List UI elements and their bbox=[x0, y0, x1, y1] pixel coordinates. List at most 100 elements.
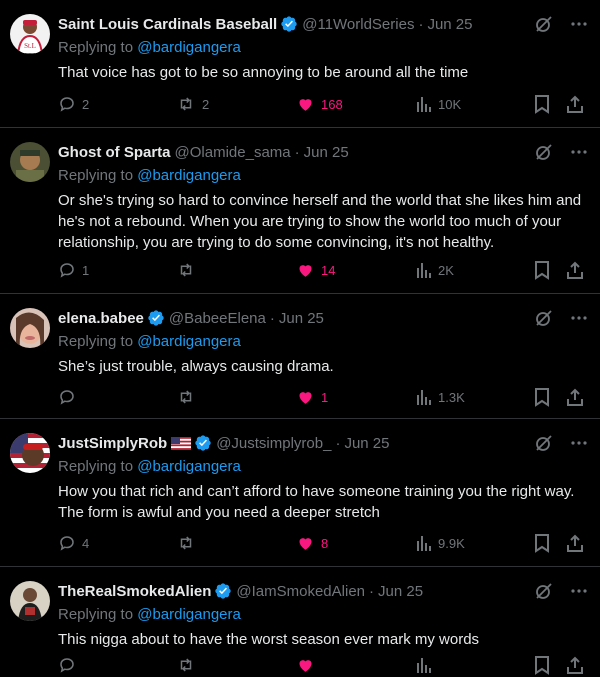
views-button[interactable] bbox=[416, 656, 438, 674]
grok-icon[interactable] bbox=[534, 14, 554, 34]
like-button[interactable] bbox=[296, 656, 321, 674]
avatar[interactable] bbox=[10, 581, 50, 621]
views-count: 9.9K bbox=[438, 535, 465, 551]
tweet[interactable]: St.L Saint Louis Cardinals Baseball @11W… bbox=[0, 0, 600, 128]
share-button[interactable] bbox=[566, 534, 584, 552]
mention-link[interactable]: @bardigangera bbox=[137, 333, 241, 350]
heart-icon bbox=[299, 99, 312, 111]
reply-button[interactable]: 2 bbox=[58, 95, 89, 113]
bookmark-icon bbox=[535, 94, 549, 114]
share-icon bbox=[567, 388, 583, 406]
tweet[interactable]: TheRealSmokedAlien @IamSmokedAlien · Jun… bbox=[0, 567, 600, 677]
reply-count: 1 bbox=[82, 262, 90, 278]
verified-badge-icon bbox=[215, 583, 232, 599]
bookmark-button[interactable] bbox=[534, 260, 550, 280]
share-icon bbox=[567, 261, 583, 279]
handle[interactable]: @11WorldSeries bbox=[302, 16, 414, 33]
replying-to: Replying to @bardigangera bbox=[58, 457, 588, 477]
display-name[interactable]: elena.babee bbox=[58, 310, 144, 327]
share-button[interactable] bbox=[566, 388, 584, 406]
reply-button[interactable] bbox=[58, 656, 82, 674]
retweet-button[interactable] bbox=[176, 534, 202, 552]
views-button[interactable]: 2K bbox=[416, 261, 454, 279]
more-icon[interactable] bbox=[570, 15, 588, 33]
like-button[interactable]: 1 bbox=[296, 388, 328, 406]
more-icon[interactable] bbox=[570, 309, 588, 327]
grok-icon[interactable] bbox=[534, 142, 554, 162]
share-button[interactable] bbox=[566, 261, 584, 279]
reply-button[interactable] bbox=[58, 388, 82, 406]
retweet-button[interactable] bbox=[176, 388, 202, 406]
action-bar: 2 2 168 10K bbox=[58, 94, 588, 114]
heart-icon bbox=[299, 265, 312, 277]
grok-icon[interactable] bbox=[534, 308, 554, 328]
retweet-button[interactable]: 2 bbox=[176, 95, 209, 113]
replying-prefix: Replying to bbox=[58, 333, 134, 350]
bookmark-icon bbox=[535, 260, 549, 280]
bookmark-button[interactable] bbox=[534, 387, 550, 407]
retweet-icon bbox=[180, 536, 192, 550]
display-name[interactable]: TheRealSmokedAlien bbox=[58, 583, 211, 600]
grok-icon[interactable] bbox=[534, 581, 554, 601]
timestamp[interactable]: Jun 25 bbox=[427, 16, 472, 33]
reply-icon bbox=[60, 536, 74, 551]
tweet-text: How you that rich and can’t afford to ha… bbox=[58, 483, 575, 521]
tweet[interactable]: JustSimplyRob @Justsimplyrob_ · Jun 25 R… bbox=[0, 419, 600, 567]
share-button[interactable] bbox=[566, 656, 584, 674]
share-button[interactable] bbox=[566, 95, 584, 113]
avatar[interactable]: St.L bbox=[10, 14, 50, 54]
like-count: 168 bbox=[321, 96, 343, 112]
handle[interactable]: @BabeeElena bbox=[169, 310, 266, 327]
display-name[interactable]: Ghost of Sparta bbox=[58, 144, 171, 161]
bookmark-button[interactable] bbox=[534, 533, 550, 553]
more-icon[interactable] bbox=[570, 434, 588, 452]
tweet-text: This nigga about to have the worst seaso… bbox=[58, 631, 480, 648]
bookmark-icon bbox=[535, 655, 549, 675]
svg-text:St.L: St.L bbox=[24, 42, 36, 50]
mention-link[interactable]: @bardigangera bbox=[137, 167, 241, 184]
views-button[interactable]: 9.9K bbox=[416, 534, 465, 552]
avatar[interactable] bbox=[10, 142, 50, 182]
mention-link[interactable]: @bardigangera bbox=[137, 606, 241, 623]
avatar[interactable] bbox=[10, 308, 50, 348]
display-name[interactable]: JustSimplyRob bbox=[58, 435, 167, 452]
replying-prefix: Replying to bbox=[58, 167, 134, 184]
bookmark-button[interactable] bbox=[534, 94, 550, 114]
timestamp[interactable]: Jun 25 bbox=[279, 310, 324, 327]
tweet-text: She’s just trouble, always causing drama… bbox=[58, 358, 334, 375]
retweet-button[interactable] bbox=[176, 261, 202, 279]
reply-button[interactable]: 4 bbox=[58, 534, 89, 552]
views-button[interactable]: 1.3K bbox=[416, 388, 465, 406]
mention-link[interactable]: @bardigangera bbox=[137, 458, 241, 475]
action-bar: 1 14 2K bbox=[58, 260, 588, 280]
views-count: 10K bbox=[438, 96, 462, 112]
like-button[interactable]: 168 bbox=[296, 95, 343, 113]
handle[interactable]: @Olamide_sama bbox=[175, 144, 291, 161]
more-icon[interactable] bbox=[570, 143, 588, 161]
like-count: 8 bbox=[321, 535, 329, 551]
reply-button[interactable]: 1 bbox=[58, 261, 89, 279]
tweet[interactable]: elena.babee @BabeeElena · Jun 25 Replyin… bbox=[0, 294, 600, 419]
bookmark-icon bbox=[535, 387, 549, 407]
more-icon[interactable] bbox=[570, 582, 588, 600]
grok-icon[interactable] bbox=[534, 433, 554, 453]
mention-link[interactable]: @bardigangera bbox=[137, 39, 241, 56]
avatar[interactable] bbox=[10, 433, 50, 473]
views-button[interactable]: 10K bbox=[416, 95, 461, 113]
like-button[interactable]: 8 bbox=[296, 534, 328, 552]
replying-to: Replying to @bardigangera bbox=[58, 332, 588, 352]
timestamp[interactable]: Jun 25 bbox=[304, 144, 349, 161]
like-button[interactable]: 14 bbox=[296, 261, 335, 279]
handle[interactable]: @Justsimplyrob_ bbox=[216, 435, 331, 452]
timestamp[interactable]: Jun 25 bbox=[378, 583, 423, 600]
display-name[interactable]: Saint Louis Cardinals Baseball bbox=[58, 16, 277, 33]
views-count: 1.3K bbox=[438, 389, 465, 405]
separator-dot: · bbox=[369, 582, 375, 600]
timestamp[interactable]: Jun 25 bbox=[344, 435, 389, 452]
retweet-icon bbox=[180, 658, 192, 672]
tweet[interactable]: Ghost of Sparta @Olamide_sama · Jun 25 R… bbox=[0, 128, 600, 294]
handle[interactable]: @IamSmokedAlien bbox=[236, 583, 365, 600]
retweet-button[interactable] bbox=[176, 656, 202, 674]
bookmark-button[interactable] bbox=[534, 655, 550, 675]
verified-badge-icon bbox=[148, 310, 164, 326]
